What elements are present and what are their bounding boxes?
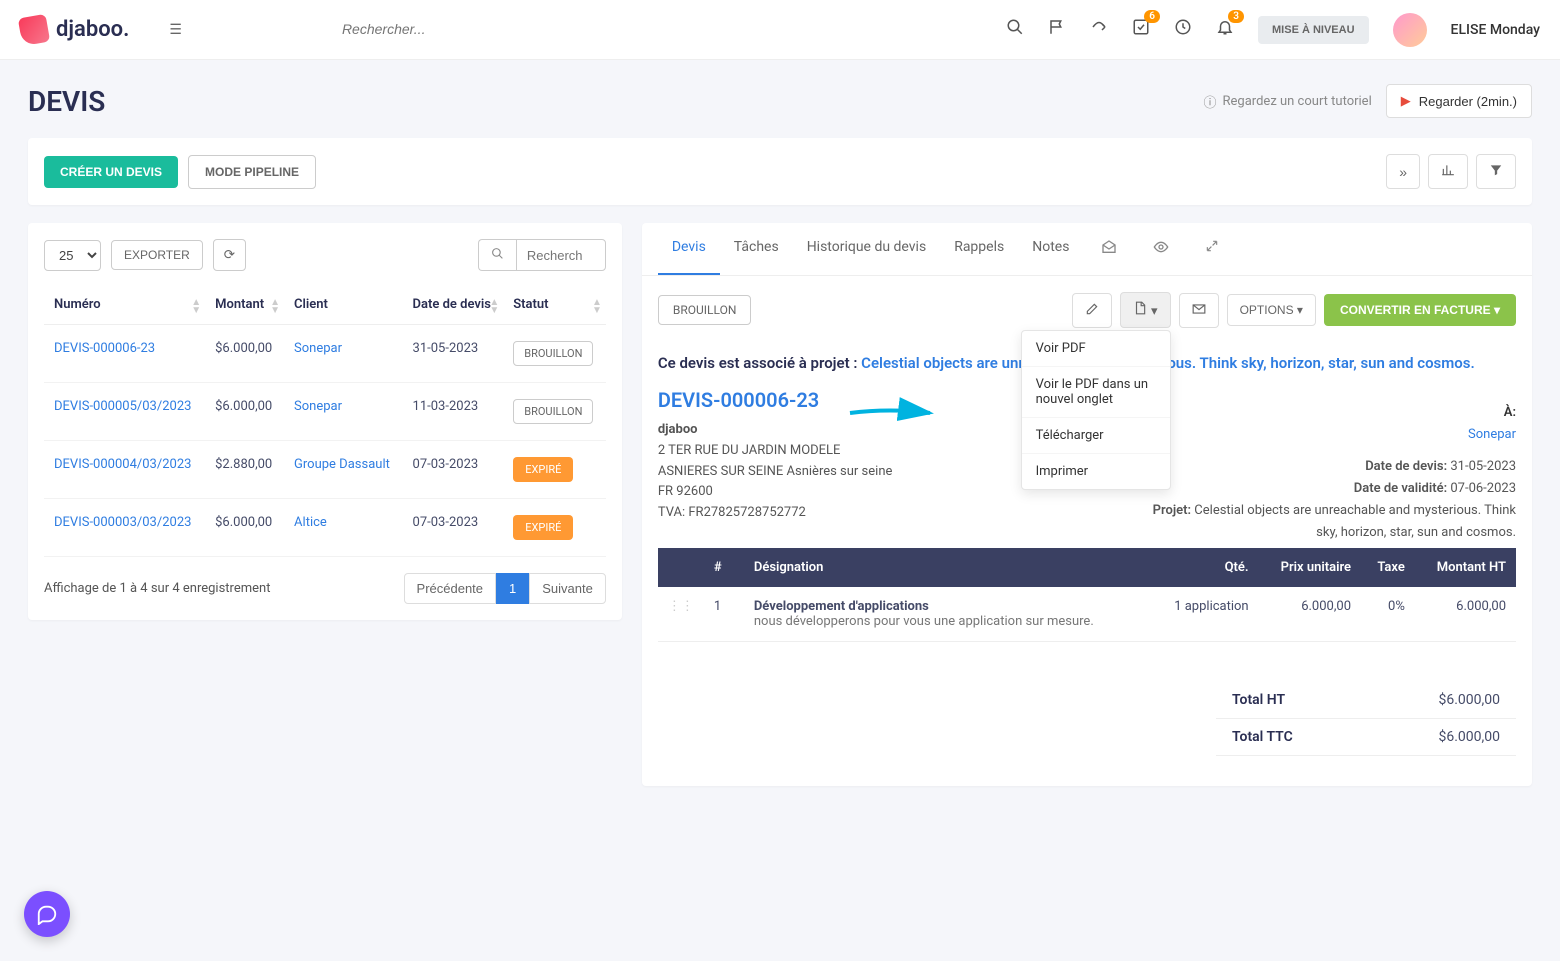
item-desc: nous développerons pour vous une applica… [754, 614, 1094, 629]
line-item-row[interactable]: ⋮⋮ 1 Développement d'applications nous d… [658, 587, 1516, 642]
pagination: Précédente 1 Suivante [404, 573, 606, 604]
quote-list-panel: 25 EXPORTER ⟳ Numéro▲▼ Montant▲▼ Client … [28, 223, 622, 620]
next-page-button[interactable]: Suivante [529, 573, 606, 604]
client-link[interactable]: Altice [294, 515, 327, 530]
logo-text: djaboo [56, 17, 123, 42]
status-badge: EXPIRÉ [513, 457, 573, 482]
client-link[interactable]: Sonepar [294, 341, 342, 356]
col-date[interactable]: Date de devis▲▼ [403, 285, 504, 325]
list-search-input[interactable] [516, 239, 606, 271]
flag-icon[interactable] [1048, 18, 1066, 41]
clock-icon[interactable] [1174, 18, 1192, 41]
username: ELISE Monday [1451, 22, 1540, 38]
status-badge: BROUILLON [513, 341, 593, 366]
bell-icon[interactable]: 3 [1216, 18, 1234, 41]
dropdown-download[interactable]: Télécharger [1022, 418, 1170, 454]
pdf-dropdown-button[interactable]: ▾ [1120, 292, 1170, 328]
quote-table: Numéro▲▼ Montant▲▼ Client Date de devis▲… [44, 285, 606, 557]
detail-tabs: Devis Tâches Historique du devis Rappels… [642, 223, 1532, 276]
topbar: djaboo. ☰ 6 3 MISE À NIVEAU ELISE Monday [0, 0, 1560, 60]
chat-bubble-icon[interactable] [24, 891, 70, 937]
export-button[interactable]: EXPORTER [111, 240, 203, 270]
tab-devis[interactable]: Devis [658, 223, 720, 275]
avatar[interactable] [1393, 13, 1427, 47]
col-status[interactable]: Statut▲▼ [503, 285, 606, 325]
chart-icon[interactable] [1428, 154, 1468, 189]
pdf-dropdown: Voir PDF Voir le PDF dans un nouvel ongl… [1021, 330, 1171, 490]
page-1-button[interactable]: 1 [496, 573, 529, 604]
quote-link[interactable]: DEVIS-000005/03/2023 [54, 399, 191, 414]
quote-link[interactable]: DEVIS-000003/03/2023 [54, 515, 191, 530]
table-row[interactable]: DEVIS-000006-23 $6.000,00 Sonepar 31-05-… [44, 325, 606, 383]
top-icons: 6 3 MISE À NIVEAU ELISE Monday [1006, 13, 1540, 47]
totals-block: Total HT$6.000,00 Total TTC$6.000,00 [1216, 682, 1516, 756]
envelope-open-icon[interactable] [1083, 223, 1135, 275]
client-link[interactable]: Sonepar [1468, 427, 1516, 442]
drag-handle-icon[interactable]: ⋮⋮ [668, 599, 694, 614]
client-link[interactable]: Groupe Dassault [294, 457, 390, 472]
quote-meta: À: Sonepar Date de devis: 31-05-2023 Dat… [1136, 402, 1516, 545]
col-client[interactable]: Client [284, 285, 403, 325]
table-footer-text: Affichage de 1 à 4 sur 4 enregistrement [44, 581, 270, 596]
tasks-icon[interactable]: 6 [1132, 18, 1150, 41]
table-row[interactable]: DEVIS-000005/03/2023 $6.000,00 Sonepar 1… [44, 383, 606, 441]
dropdown-print[interactable]: Imprimer [1022, 454, 1170, 489]
upgrade-button[interactable]: MISE À NIVEAU [1258, 16, 1369, 44]
draft-chip: BROUILLON [658, 295, 752, 325]
dropdown-view-newtab[interactable]: Voir le PDF dans un nouvel onglet [1022, 367, 1170, 418]
notif-badge: 3 [1228, 10, 1244, 23]
page-title: DEVIS [28, 85, 105, 118]
play-icon: ▶ [1401, 93, 1411, 109]
global-search [342, 21, 742, 38]
tab-taches[interactable]: Tâches [720, 223, 793, 275]
pipeline-mode-button[interactable]: MODE PIPELINE [188, 155, 316, 189]
quote-link[interactable]: DEVIS-000006-23 [54, 341, 155, 356]
edit-icon[interactable] [1072, 293, 1112, 328]
convert-invoice-button[interactable]: CONVERTIR EN FACTURE ▾ [1324, 294, 1516, 326]
tab-rappels[interactable]: Rappels [940, 223, 1018, 275]
quote-detail-panel: Devis Tâches Historique du devis Rappels… [642, 223, 1532, 786]
watch-button[interactable]: ▶Regarder (2min.) [1386, 84, 1532, 118]
table-row[interactable]: DEVIS-000003/03/2023 $6.000,00 Altice 07… [44, 499, 606, 557]
mail-icon[interactable] [1179, 293, 1219, 328]
col-num[interactable]: Numéro▲▼ [44, 285, 205, 325]
dropdown-view-pdf[interactable]: Voir PDF [1022, 331, 1170, 367]
item-title: Développement d'applications [754, 599, 929, 614]
list-search-icon[interactable] [478, 239, 516, 271]
options-button[interactable]: OPTIONS ▾ [1227, 294, 1316, 326]
status-badge: EXPIRÉ [513, 515, 573, 540]
actions-bar: CRÉER UN DEVIS MODE PIPELINE » [28, 138, 1532, 205]
tab-historique[interactable]: Historique du devis [793, 223, 941, 275]
logo[interactable]: djaboo. [20, 16, 129, 44]
status-badge: BROUILLON [513, 399, 593, 424]
client-link[interactable]: Sonepar [294, 399, 342, 414]
prev-page-button[interactable]: Précédente [404, 573, 497, 604]
tutorial-link[interactable]: ⓘ Regardez un court tutoriel [1204, 92, 1372, 111]
line-items-table: # Désignation Qté. Prix unitaire Taxe Mo… [658, 548, 1516, 642]
col-amount[interactable]: Montant▲▼ [205, 285, 284, 325]
page-header: DEVIS ⓘ Regardez un court tutoriel ▶Rega… [28, 84, 1532, 118]
tab-notes[interactable]: Notes [1018, 223, 1083, 275]
create-quote-button[interactable]: CRÉER UN DEVIS [44, 156, 178, 188]
search-icon[interactable] [1006, 18, 1024, 41]
eye-icon[interactable] [1135, 223, 1187, 275]
tasks-badge: 6 [1144, 10, 1160, 23]
collapse-icon[interactable]: » [1386, 154, 1420, 189]
search-input[interactable] [342, 21, 742, 37]
logo-icon [18, 13, 50, 45]
refresh-icon[interactable]: ⟳ [213, 239, 246, 271]
expand-icon[interactable] [1187, 223, 1237, 275]
page-size-select[interactable]: 25 [44, 240, 101, 271]
share-icon[interactable] [1090, 18, 1108, 41]
table-row[interactable]: DEVIS-000004/03/2023 $2.880,00 Groupe Da… [44, 441, 606, 499]
quote-link[interactable]: DEVIS-000004/03/2023 [54, 457, 191, 472]
menu-toggle-icon[interactable]: ☰ [169, 22, 182, 38]
filter-icon[interactable] [1476, 154, 1516, 189]
